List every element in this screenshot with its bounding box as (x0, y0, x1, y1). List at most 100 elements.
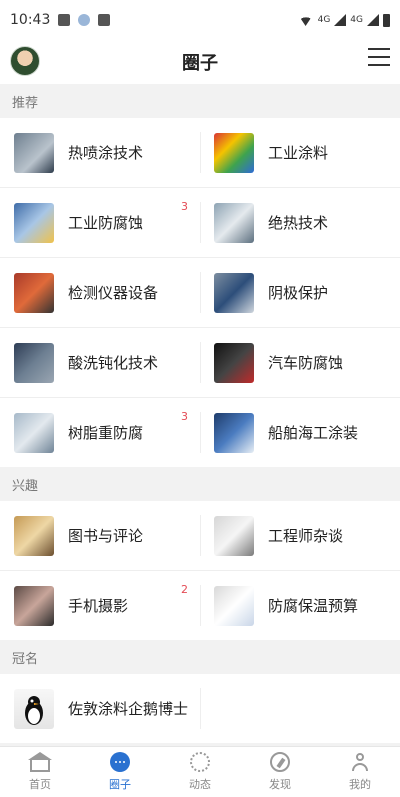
circle-label: 阴极保护 (268, 284, 329, 302)
photo-thumb (14, 585, 54, 626)
circle-label: 汽车防腐蚀 (268, 354, 344, 372)
ship-thumb (214, 412, 254, 453)
circle-item-car[interactable]: 汽车防腐蚀 (200, 328, 400, 397)
app-notification-icon (58, 14, 71, 26)
section-sponsor-header: 冠名 (0, 640, 400, 674)
tab-label: 首页 (29, 778, 51, 791)
unread-badge: 3 (181, 200, 188, 213)
circle-item-industrial-paint[interactable]: 工业涂料 (200, 118, 400, 187)
signal-icon-2 (367, 14, 379, 26)
circle-label: 手机摄影 (68, 597, 129, 615)
status-left: 10:43 (10, 12, 111, 28)
circle-label: 树脂重防腐 (68, 424, 144, 442)
circle-label: 工业涂料 (268, 144, 329, 162)
resin-thumb (14, 412, 54, 453)
circle-label: 热喷涂技术 (68, 144, 144, 162)
section-interest-header: 兴趣 (0, 467, 400, 501)
circle-list[interactable]: 推荐 热喷涂技术 工业涂料 工业防腐蚀 3 绝热技术 检测仪器设备 阴极保护 酸… (0, 84, 400, 747)
section-recommend-grid: 热喷涂技术 工业涂料 工业防腐蚀 3 绝热技术 检测仪器设备 阴极保护 酸洗钝化… (0, 118, 400, 467)
section-title: 冠名 (12, 651, 39, 667)
paint-thumb (214, 132, 254, 173)
loading-dots-icon (190, 752, 210, 772)
circle-item-anticorrosion[interactable]: 工业防腐蚀 3 (0, 188, 200, 257)
battery-icon (383, 13, 390, 27)
grid-row: 树脂重防腐 3 船舶海工涂装 (0, 397, 400, 467)
circle-item-instrument[interactable]: 检测仪器设备 (0, 258, 200, 327)
spray-thumb (14, 132, 54, 173)
section-title: 推荐 (12, 95, 39, 111)
status-bar: 10:43 4G 4G (0, 0, 400, 40)
page-title: 圈子 (182, 53, 218, 74)
user-icon (350, 752, 370, 772)
grid-row: 工业防腐蚀 3 绝热技术 (0, 187, 400, 257)
circle-item-thermal-spray[interactable]: 热喷涂技术 (0, 118, 200, 187)
grid-row: 检测仪器设备 阴极保护 (0, 257, 400, 327)
circle-item-books[interactable]: 图书与评论 (0, 501, 200, 570)
circle-item-budget[interactable]: 防腐保温预算 (200, 571, 400, 640)
grid-row: 佐敦涂料企鹅博士 (0, 674, 400, 743)
circle-label: 佐敦涂料企鹅博士 (68, 700, 189, 718)
menu-icon[interactable] (368, 48, 390, 68)
engineer-thumb (214, 515, 254, 556)
status-right: 4G 4G (297, 13, 390, 27)
network-label-1: 4G (317, 15, 331, 25)
circle-label: 酸洗钝化技术 (68, 354, 159, 372)
circle-label: 防腐保温预算 (268, 597, 359, 615)
cathodic-thumb (214, 272, 254, 313)
insulation-thumb (214, 202, 254, 243)
circle-label: 检测仪器设备 (68, 284, 159, 302)
compass-icon (270, 752, 290, 772)
circle-item-jotun-penguin[interactable]: 佐敦涂料企鹅博士 (0, 674, 200, 743)
bottom-tab-bar: 首页 圈子 动态 发现 我的 (0, 746, 400, 797)
tab-discover[interactable]: 发现 (240, 747, 320, 797)
circle-item-mobile-photo[interactable]: 手机摄影 2 (0, 571, 200, 640)
tab-label: 发现 (269, 778, 291, 791)
pickling-thumb (14, 342, 54, 383)
grid-row: 热喷涂技术 工业涂料 (0, 118, 400, 187)
empty-cell (200, 674, 400, 743)
circle-label: 绝热技术 (268, 214, 329, 232)
circle-item-ship[interactable]: 船舶海工涂装 (200, 398, 400, 467)
penguin-icon (25, 695, 43, 725)
circle-item-insulation[interactable]: 绝热技术 (200, 188, 400, 257)
budget-thumb (214, 585, 254, 626)
circle-item-resin[interactable]: 树脂重防腐 3 (0, 398, 200, 467)
tab-me[interactable]: 我的 (320, 747, 400, 797)
image-icon (98, 14, 111, 26)
circle-item-pickling[interactable]: 酸洗钝化技术 (0, 328, 200, 397)
instrument-thumb (14, 272, 54, 313)
unread-badge: 2 (181, 583, 188, 596)
signal-icon (334, 14, 347, 26)
grid-row: 酸洗钝化技术 汽车防腐蚀 (0, 327, 400, 397)
circle-label: 工程师杂谈 (268, 527, 344, 545)
anticorrosion-thumb (14, 202, 54, 243)
home-icon (28, 752, 52, 772)
section-sponsor-grid: 佐敦涂料企鹅博士 (0, 674, 400, 743)
tab-home[interactable]: 首页 (0, 747, 80, 797)
wifi-icon (297, 14, 314, 26)
circle-item-cathodic[interactable]: 阴极保护 (200, 258, 400, 327)
network-label-2: 4G (350, 15, 363, 25)
avatar[interactable] (10, 46, 40, 76)
section-title: 兴趣 (12, 478, 39, 494)
car-thumb (214, 342, 254, 383)
penguin-thumb (14, 688, 54, 729)
tab-circle[interactable]: 圈子 (80, 747, 160, 797)
section-interest-grid: 图书与评论 工程师杂谈 手机摄影 2 防腐保温预算 (0, 501, 400, 640)
tab-label: 我的 (349, 778, 371, 791)
status-time: 10:43 (10, 12, 51, 28)
circle-item-engineer-talk[interactable]: 工程师杂谈 (200, 501, 400, 570)
circle-label: 图书与评论 (68, 527, 144, 545)
app-header: 圈子 (0, 40, 400, 84)
cloud-icon (78, 14, 91, 26)
chat-bubble-icon (110, 752, 130, 772)
circle-label: 船舶海工涂装 (268, 424, 359, 442)
grid-row: 手机摄影 2 防腐保温预算 (0, 570, 400, 640)
tab-label: 动态 (189, 778, 211, 791)
tab-feed[interactable]: 动态 (160, 747, 240, 797)
book-thumb (14, 515, 54, 556)
grid-row: 图书与评论 工程师杂谈 (0, 501, 400, 570)
unread-badge: 3 (181, 410, 188, 423)
tab-label: 圈子 (109, 778, 131, 791)
section-recommend-header: 推荐 (0, 84, 400, 118)
